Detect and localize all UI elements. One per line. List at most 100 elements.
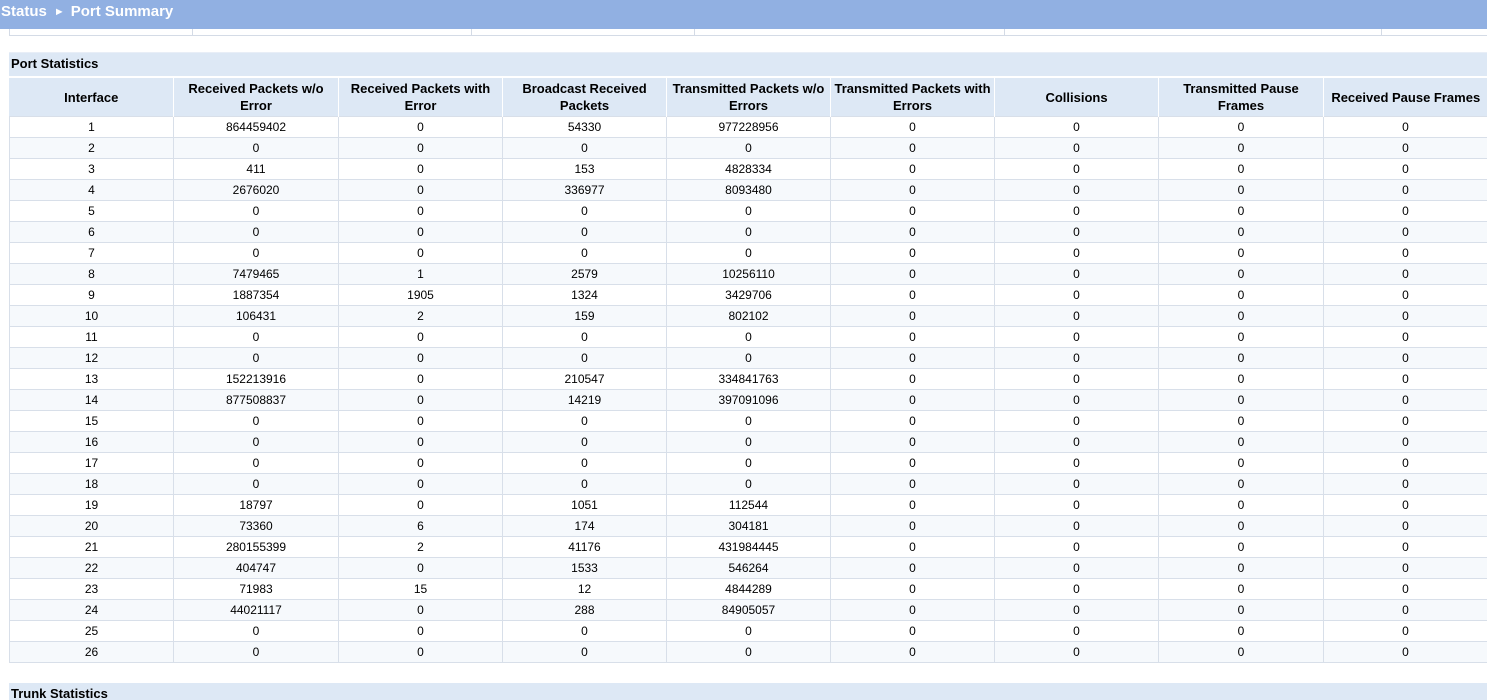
table-cell: 22 (9, 557, 174, 579)
table-cell: 0 (173, 221, 339, 243)
table-cell: 0 (830, 599, 995, 621)
table-cell: 5 (9, 200, 174, 222)
table-cell: 0 (994, 473, 1159, 495)
table-cell: 2 (338, 305, 503, 327)
table-cell: 802102 (666, 305, 831, 327)
table-row: 25 0 0 0 0 0 0 0 0 (9, 620, 1487, 642)
table-cell: 0 (994, 452, 1159, 474)
table-cell: 0 (830, 557, 995, 579)
table-cell: 0 (666, 221, 831, 243)
table-cell: 0 (338, 221, 503, 243)
table-cell: 210547 (502, 368, 667, 390)
table-row: 20 73360 6 174 304181 0 0 0 0 (9, 515, 1487, 537)
table-cell: 0 (338, 599, 503, 621)
table-cell: 404747 (173, 557, 339, 579)
table-cell: 0 (666, 431, 831, 453)
table-cell: 0 (1323, 347, 1487, 369)
table-cell: 0 (994, 137, 1159, 159)
column-header: Transmitted Packets w/o Errors (666, 78, 831, 117)
column-header: Received Pause Frames (1323, 78, 1487, 117)
table-cell: 0 (1158, 620, 1324, 642)
table-cell: 0 (1158, 263, 1324, 285)
table-cell: 0 (830, 158, 995, 180)
table-cell: 0 (502, 326, 667, 348)
table-cell: 0 (338, 620, 503, 642)
table-cell: 0 (338, 242, 503, 264)
table-cell: 304181 (666, 515, 831, 537)
table-cell: 18797 (173, 494, 339, 516)
table-cell: 1533 (502, 557, 667, 579)
table-cell: 0 (338, 368, 503, 390)
table-cell: 0 (994, 158, 1159, 180)
table-cell: 84905057 (666, 599, 831, 621)
table-cell: 1887354 (173, 284, 339, 306)
table-cell: 0 (994, 116, 1159, 138)
table-cell: 0 (502, 221, 667, 243)
table-cell: 0 (666, 326, 831, 348)
breadcrumb-parent[interactable]: Status (1, 3, 47, 20)
table-cell: 4 (9, 179, 174, 201)
column-header: Transmitted Pause Frames (1158, 78, 1324, 117)
table-cell: 41176 (502, 536, 667, 558)
table-cell: 0 (502, 347, 667, 369)
table-row: 11 0 0 0 0 0 0 0 0 (9, 326, 1487, 348)
table-cell: 0 (994, 410, 1159, 432)
table-cell: 0 (830, 368, 995, 390)
table-cell: 0 (502, 473, 667, 495)
table-cell: 0 (338, 557, 503, 579)
table-cell: 0 (502, 137, 667, 159)
table-cell: 864459402 (173, 116, 339, 138)
table-cell: 0 (994, 284, 1159, 306)
table-cell: 2 (338, 536, 503, 558)
table-cell: 106431 (173, 305, 339, 327)
table-cell: 397091096 (666, 389, 831, 411)
table-cell: 0 (338, 158, 503, 180)
table-cell: 0 (830, 494, 995, 516)
table-cell: 0 (1323, 221, 1487, 243)
table-cell: 10 (9, 305, 174, 327)
table-cell: 0 (666, 347, 831, 369)
table-cell: 0 (666, 200, 831, 222)
table-cell: 0 (994, 242, 1159, 264)
table-cell: 0 (830, 284, 995, 306)
previous-table-stub (9, 29, 1487, 36)
table-cell: 0 (173, 641, 339, 663)
table-cell: 0 (1158, 221, 1324, 243)
table-cell: 0 (1323, 620, 1487, 642)
column-header: Received Packets w/o Error (173, 78, 339, 117)
table-row: 13 152213916 0 210547 334841763 0 0 0 0 (9, 368, 1487, 390)
table-cell: 0 (1158, 242, 1324, 264)
table-cell: 0 (1158, 410, 1324, 432)
table-row: 8 7479465 1 2579 10256110 0 0 0 0 (9, 263, 1487, 285)
table-cell: 10256110 (666, 263, 831, 285)
breadcrumb-current: Port Summary (70, 3, 174, 20)
table-cell: 6 (9, 221, 174, 243)
table-cell: 4844289 (666, 578, 831, 600)
table-cell: 0 (173, 410, 339, 432)
table-cell: 0 (830, 221, 995, 243)
table-cell: 0 (830, 578, 995, 600)
table-cell: 0 (1158, 116, 1324, 138)
table-cell: 0 (1323, 116, 1487, 138)
breadcrumb-arrow-icon: ► (53, 6, 65, 18)
table-cell: 0 (502, 620, 667, 642)
table-cell: 0 (338, 410, 503, 432)
table-cell: 7479465 (173, 263, 339, 285)
port-statistics-table: Interface Received Packets w/o Error Rec… (9, 78, 1487, 663)
table-row: 17 0 0 0 0 0 0 0 0 (9, 452, 1487, 474)
table-row: 15 0 0 0 0 0 0 0 0 (9, 410, 1487, 432)
table-cell: 0 (1158, 599, 1324, 621)
table-cell: 0 (1323, 515, 1487, 537)
table-cell: 25 (9, 620, 174, 642)
table-cell: 0 (502, 410, 667, 432)
table-cell: 0 (1158, 515, 1324, 537)
table-cell: 0 (1158, 368, 1324, 390)
table-cell: 0 (830, 305, 995, 327)
table-cell: 0 (994, 326, 1159, 348)
table-row: 18 0 0 0 0 0 0 0 0 (9, 473, 1487, 495)
table-cell: 0 (1323, 305, 1487, 327)
table-cell: 0 (1158, 431, 1324, 453)
table-cell: 0 (1323, 263, 1487, 285)
table-cell: 0 (830, 620, 995, 642)
table-cell: 0 (1323, 473, 1487, 495)
